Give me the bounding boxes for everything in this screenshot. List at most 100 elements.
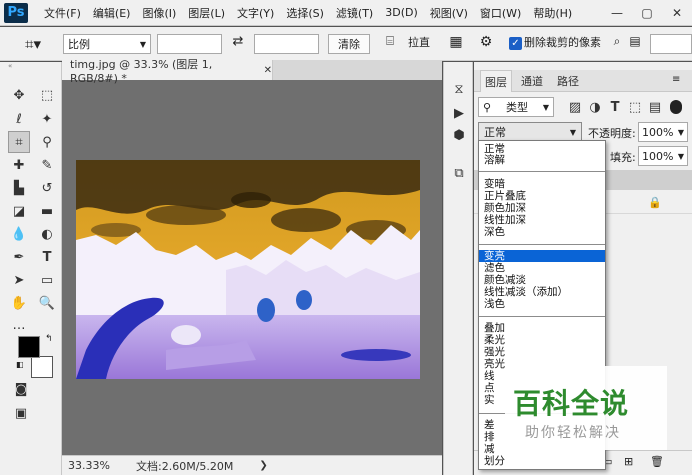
blend-option-linear-dodge[interactable]: 线性减淡（添加） [479, 286, 605, 298]
blend-separator [479, 171, 605, 172]
marquee-icon[interactable]: ⬚ [36, 84, 58, 106]
menu-3d[interactable]: 3D(D) [379, 6, 424, 19]
pen-icon[interactable]: ✒ [8, 246, 30, 268]
crop-icon[interactable]: ⌗ [8, 131, 30, 153]
delete-layer-icon[interactable]: 🗑 [650, 455, 664, 468]
panel-menu-icon[interactable]: ≡ [672, 74, 686, 85]
hand-icon[interactable]: ✋ [8, 292, 30, 314]
blend-option-divide[interactable]: 划分 [479, 455, 605, 467]
blend-option-overlay[interactable]: 叠加 [479, 322, 605, 334]
gradient-icon[interactable]: ▬ [36, 200, 58, 222]
lasso-icon[interactable]: ℓ [8, 108, 30, 130]
watermark-subtitle: 助你轻松解决 [525, 425, 621, 441]
ratio-select[interactable]: 比例 ▼ [63, 34, 151, 54]
stamp-icon[interactable]: ▙ [8, 177, 30, 199]
3d-panel-icon[interactable]: ⬢ [448, 124, 470, 146]
search-icon[interactable]: ⌕ [610, 34, 624, 49]
blend-option-linear-burn[interactable]: 线性加深 [479, 214, 605, 226]
filter-toggle[interactable] [670, 100, 682, 114]
workspace-select[interactable] [650, 34, 692, 54]
history-brush-icon[interactable]: ↺ [36, 177, 58, 199]
blend-option-dissolve[interactable]: 溶解 [479, 154, 605, 166]
fill-input[interactable]: 100% ▼ [638, 146, 688, 166]
opacity-input[interactable]: 100% ▼ [638, 122, 688, 142]
tab-layers[interactable]: 图层 [480, 70, 512, 92]
zoom-level[interactable]: 33.33% [68, 459, 120, 472]
blur-icon[interactable]: 💧 [8, 223, 30, 245]
blend-option-darken[interactable]: 变暗 [479, 178, 605, 190]
properties-panel-icon[interactable]: ⧉ [448, 162, 470, 184]
healing-icon[interactable]: ✚ [8, 154, 30, 176]
blend-option-darker-color[interactable]: 深色 [479, 226, 605, 238]
more-tools-icon[interactable]: … [8, 314, 30, 336]
blend-option-color-dodge[interactable]: 颜色减淡 [479, 274, 605, 286]
swap-colors-icon[interactable]: ↰ [45, 334, 55, 344]
close-icon[interactable]: ✕ [662, 0, 692, 26]
height-input[interactable] [254, 34, 319, 54]
foreground-color-swatch[interactable] [18, 336, 40, 358]
new-layer-icon[interactable]: ⊞ [624, 455, 633, 468]
filter-smart-icon[interactable]: ▤ [644, 96, 666, 118]
filter-type-icon[interactable]: T [604, 96, 626, 118]
layer-filter-select[interactable]: ⚲ 类型 ▼ [478, 97, 554, 117]
watermark: 百科全说 助你轻松解决 [505, 366, 667, 450]
clear-button[interactable]: 清除 [328, 34, 370, 54]
eyedropper-icon[interactable]: ⚲ [36, 131, 58, 153]
width-input[interactable] [157, 34, 222, 54]
history-panel-icon[interactable]: ⧖ [448, 78, 470, 100]
blend-option-color-burn[interactable]: 颜色加深 [479, 202, 605, 214]
actions-play-icon[interactable]: ▶ [448, 102, 470, 124]
menu-view[interactable]: 视图(V) [424, 5, 474, 21]
menu-help[interactable]: 帮助(H) [527, 5, 578, 21]
close-tab-icon[interactable]: ✕ [264, 65, 272, 76]
dodge-icon[interactable]: ◐ [36, 223, 58, 245]
tab-paths[interactable]: 路径 [552, 70, 584, 92]
path-select-icon[interactable]: ➤ [8, 269, 30, 291]
menu-type[interactable]: 文字(Y) [231, 5, 280, 21]
blend-option-soft-light[interactable]: 柔光 [479, 334, 605, 346]
filter-pixel-icon[interactable]: ▨ [564, 96, 586, 118]
maximize-icon[interactable]: ▢ [632, 0, 662, 26]
blend-option-multiply[interactable]: 正片叠底 [479, 190, 605, 202]
filter-shape-icon[interactable]: ⬚ [624, 96, 646, 118]
default-colors-icon[interactable]: ◧ [16, 360, 26, 370]
blend-option-screen[interactable]: 滤色 [479, 262, 605, 274]
workspace-icon[interactable]: ▤ [628, 34, 642, 48]
swap-icon[interactable]: ⇄ [228, 34, 248, 49]
menu-edit[interactable]: 编辑(E) [87, 5, 137, 21]
menu-filter[interactable]: 滤镜(T) [330, 5, 379, 21]
type-icon[interactable]: T [36, 246, 58, 268]
straighten-icon[interactable]: ⌸ [380, 34, 400, 49]
crop-tool-preset-icon[interactable]: ⌗▾ [18, 34, 48, 54]
collapse-icon[interactable]: « [8, 62, 54, 70]
menu-window[interactable]: 窗口(W) [474, 5, 527, 21]
straighten-label[interactable]: 拉直 [404, 34, 434, 50]
menu-file[interactable]: 文件(F) [38, 5, 87, 21]
screen-mode-icon[interactable]: ▣ [10, 402, 32, 424]
overlay-grid-icon[interactable]: ▦ [446, 34, 466, 50]
minimize-icon[interactable]: — [602, 0, 632, 26]
gear-icon[interactable]: ⚙ [476, 34, 496, 50]
background-color-swatch[interactable] [31, 356, 53, 378]
brush-icon[interactable]: ✎ [36, 154, 58, 176]
canvas-image[interactable] [76, 160, 420, 379]
blend-option-lighter-color[interactable]: 浅色 [479, 298, 605, 310]
zoom-icon[interactable]: 🔍 [36, 292, 58, 314]
blend-mode-select[interactable]: 正常 ▼ [478, 122, 582, 142]
quick-mask-icon[interactable]: ◙ [10, 378, 32, 400]
eraser-icon[interactable]: ◪ [8, 200, 30, 222]
delete-cropped-checkbox[interactable]: ✓ [509, 37, 522, 50]
magic-wand-icon[interactable]: ✦ [36, 108, 58, 130]
document-tab[interactable]: timg.jpg @ 33.3% (图层 1, RGB/8#) * ✕ [62, 58, 273, 85]
menu-layer[interactable]: 图层(L) [182, 5, 231, 21]
status-menu-chevron-icon[interactable]: ❯ [259, 460, 267, 471]
delete-cropped-label: 删除裁剪的像素 [524, 36, 601, 49]
blend-option-hard-light[interactable]: 强光 [479, 346, 605, 358]
menu-select[interactable]: 选择(S) [280, 5, 330, 21]
menu-image[interactable]: 图像(I) [136, 5, 182, 21]
move-icon[interactable]: ✥ [8, 84, 30, 106]
tab-channels[interactable]: 通道 [516, 70, 548, 92]
blend-option-lighten[interactable]: 变亮 [479, 250, 605, 262]
rectangle-icon[interactable]: ▭ [36, 269, 58, 291]
filter-adjust-icon[interactable]: ◑ [584, 96, 606, 118]
